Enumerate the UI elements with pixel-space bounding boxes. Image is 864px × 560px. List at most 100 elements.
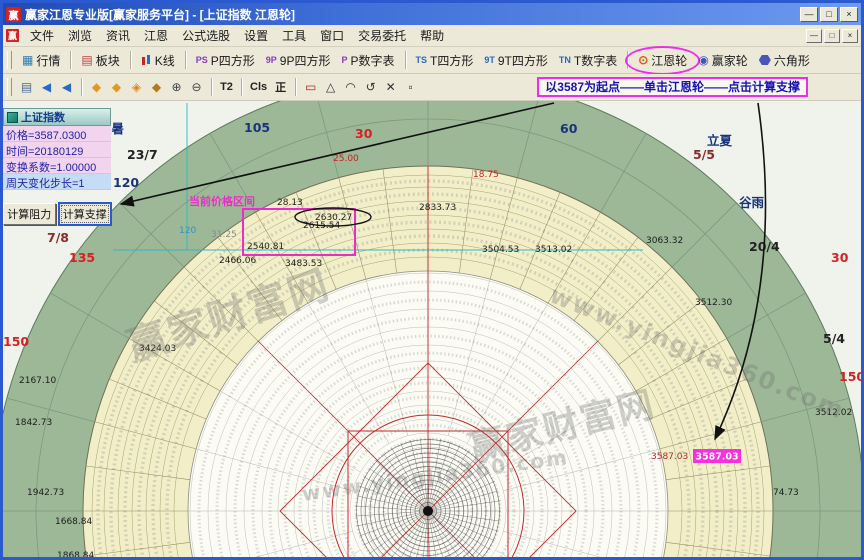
toolbar-separator <box>295 78 296 96</box>
hexagon-button-label: 六角形 <box>774 52 810 69</box>
panel-header[interactable]: 上证指数 <box>3 108 111 126</box>
select-tool-icon[interactable]: ▫ <box>401 78 420 97</box>
zoom-in-icon[interactable]: ⊕ <box>167 78 186 97</box>
menu-bar: 赢 文件浏览资讯江恩公式选股设置工具窗口交易委托帮助 —□× <box>3 25 861 47</box>
diamond3-icon[interactable]: ◈ <box>127 78 146 97</box>
menu-item-1[interactable]: 浏览 <box>61 25 99 46</box>
t-square-button[interactable]: TST四方形 <box>411 49 479 72</box>
menu-item-8[interactable]: 交易委托 <box>351 25 413 46</box>
menu-item-0[interactable]: 文件 <box>23 25 61 46</box>
panel-title: 上证指数 <box>21 109 65 125</box>
wheel-number: 1668.84 <box>55 517 92 527</box>
gann-wheel-chart[interactable]: 28.132615.542540.812630.2725.002833.7318… <box>3 101 861 557</box>
gann-wheel-button[interactable]: ⊙江恩轮 <box>633 49 692 72</box>
ring-label: 30 <box>355 126 373 141</box>
mdi-close-button[interactable]: × <box>842 29 858 43</box>
panel-row-3: 周天变化步长=1 <box>3 174 111 190</box>
menu-item-3[interactable]: 江恩 <box>137 25 175 46</box>
current-price-range-label: 当前价格区间 <box>189 194 255 208</box>
hexagon-button[interactable]: 六角形 <box>754 49 815 72</box>
triangle-tool-icon[interactable]: △ <box>321 78 340 97</box>
t-square-button-label: T四方形 <box>430 52 473 69</box>
t-table-button-label: T数字表 <box>574 52 617 69</box>
rotate-tool-icon[interactable]: ↺ <box>361 78 380 97</box>
mdi-restore-button[interactable]: □ <box>824 29 840 43</box>
ring-label: 谷雨 <box>739 195 765 210</box>
gann-wheel-button-label: 江恩轮 <box>651 52 687 69</box>
quotes-button[interactable]: ▦行情 <box>17 49 65 72</box>
menu-item-5[interactable]: 设置 <box>237 25 275 46</box>
zheng-button[interactable]: 正 <box>271 78 290 97</box>
blocks-button[interactable]: ▤ 板块 <box>76 49 124 72</box>
kline-button-label: K线 <box>155 52 175 69</box>
badge-9p: 9P <box>266 54 277 66</box>
rect-tool-icon[interactable]: ▭ <box>301 78 320 97</box>
title-bar: 赢 赢家江恩专业版[赢家服务平台] - [上证指数 江恩轮] — □ × <box>3 3 861 25</box>
main-toolbar: ▦行情▤板块K线PSP四方形9P9P四方形PP数字表TST四方形9T9T四方形T… <box>3 47 861 74</box>
calc-support-button[interactable]: 计算支撑 <box>59 203 112 225</box>
draw-toolbar-items: ▤◀◀◆◆◈◆⊕⊖T2Cls正▭△◠↺✕▫ <box>17 78 420 97</box>
index-info-panel: 上证指数 价格=3587.0300时间=20180129变换系数=1.00000… <box>3 108 111 225</box>
wheel-number: 25.00 <box>333 154 359 164</box>
arc-tool-icon[interactable]: ◠ <box>341 78 360 97</box>
zoom-out-icon[interactable]: ⊖ <box>187 78 206 97</box>
9t-square-button[interactable]: 9T9T四方形 <box>479 49 553 72</box>
t2-button[interactable]: T2 <box>217 78 236 97</box>
p-square-button[interactable]: PSP四方形 <box>191 49 260 72</box>
wheel-number: 1942.73 <box>27 488 64 498</box>
wheel-number: 2630.27 <box>315 213 352 223</box>
ring-label: 150 <box>839 369 861 384</box>
wheel-number: 3587.03 <box>651 452 688 462</box>
menu-item-9[interactable]: 帮助 <box>413 25 451 46</box>
diamond4-icon[interactable]: ◆ <box>147 78 166 97</box>
toolbar-separator <box>130 51 131 69</box>
wheel-number: 74.73 <box>773 488 799 498</box>
minimize-button[interactable]: — <box>800 7 818 22</box>
back-icon[interactable]: ◀ <box>37 78 56 97</box>
menu-item-7[interactable]: 窗口 <box>313 25 351 46</box>
ring-label: 7/8 <box>47 230 69 245</box>
menu-item-6[interactable]: 工具 <box>275 25 313 46</box>
9p-square-button[interactable]: 9P9P四方形 <box>261 49 336 72</box>
winner-wheel-button[interactable]: ◉ 赢家轮 <box>693 49 753 72</box>
diamond-icon[interactable]: ◆ <box>87 78 106 97</box>
blocks-button-label: 板块 <box>96 52 120 69</box>
panel-rows: 价格=3587.0300时间=20180129变换系数=1.00000周天变化步… <box>3 126 111 190</box>
ring-label: 5/5 <box>693 147 715 162</box>
instruction-banner: 以3587为起点——单击江恩轮——点击计算支撑 <box>537 77 808 97</box>
maximize-button[interactable]: □ <box>820 7 838 22</box>
toolbar-separator <box>81 78 82 96</box>
back2-icon[interactable]: ◀ <box>57 78 76 97</box>
wheel-number: 28.13 <box>277 198 303 208</box>
quotes-button-label: 行情 <box>36 52 60 69</box>
wheel-number: 120 <box>179 226 196 236</box>
wheel-number: 2167.10 <box>19 376 56 386</box>
wheel-number: 1868.84 <box>57 551 94 557</box>
p-square-button-label: P四方形 <box>211 52 255 69</box>
kline-button[interactable]: K线 <box>136 49 180 72</box>
wheel-number: 31.25 <box>211 230 237 240</box>
wheel-number: 18.75 <box>473 170 499 180</box>
mdi-minimize-button[interactable]: — <box>806 29 822 43</box>
badge-9t: 9T <box>484 54 495 66</box>
layout-icon[interactable]: ▤ <box>17 78 36 97</box>
delete-tool-icon[interactable]: ✕ <box>381 78 400 97</box>
toolbar-grip[interactable] <box>7 51 12 69</box>
toolbar-grip-2[interactable] <box>7 78 12 96</box>
menu-item-4[interactable]: 公式选股 <box>175 25 237 46</box>
menu-item-2[interactable]: 资讯 <box>99 25 137 46</box>
blocks-icon: ▤ <box>81 54 92 66</box>
close-button[interactable]: × <box>840 7 858 22</box>
diamond2-icon[interactable]: ◆ <box>107 78 126 97</box>
t-table-button[interactable]: TNT数字表 <box>554 49 622 72</box>
p-table-button[interactable]: PP数字表 <box>336 49 399 72</box>
mdi-controls: —□× <box>806 29 858 43</box>
wheel-number: 3512.30 <box>695 298 732 308</box>
wheel-number: 2540.81 <box>247 242 284 252</box>
cls-button[interactable]: Cls <box>247 78 270 97</box>
winner-wheel-icon: ◉ <box>698 54 708 66</box>
app-window: 赢 赢家江恩专业版[赢家服务平台] - [上证指数 江恩轮] — □ × 赢 文… <box>0 0 864 560</box>
calc-resistance-button[interactable]: 计算阻力 <box>3 203 56 225</box>
main-toolbar-items: ▦行情▤板块K线PSP四方形9P9P四方形PP数字表TST四方形9T9T四方形T… <box>17 49 815 72</box>
winner-wheel-button-label: 赢家轮 <box>712 52 748 69</box>
